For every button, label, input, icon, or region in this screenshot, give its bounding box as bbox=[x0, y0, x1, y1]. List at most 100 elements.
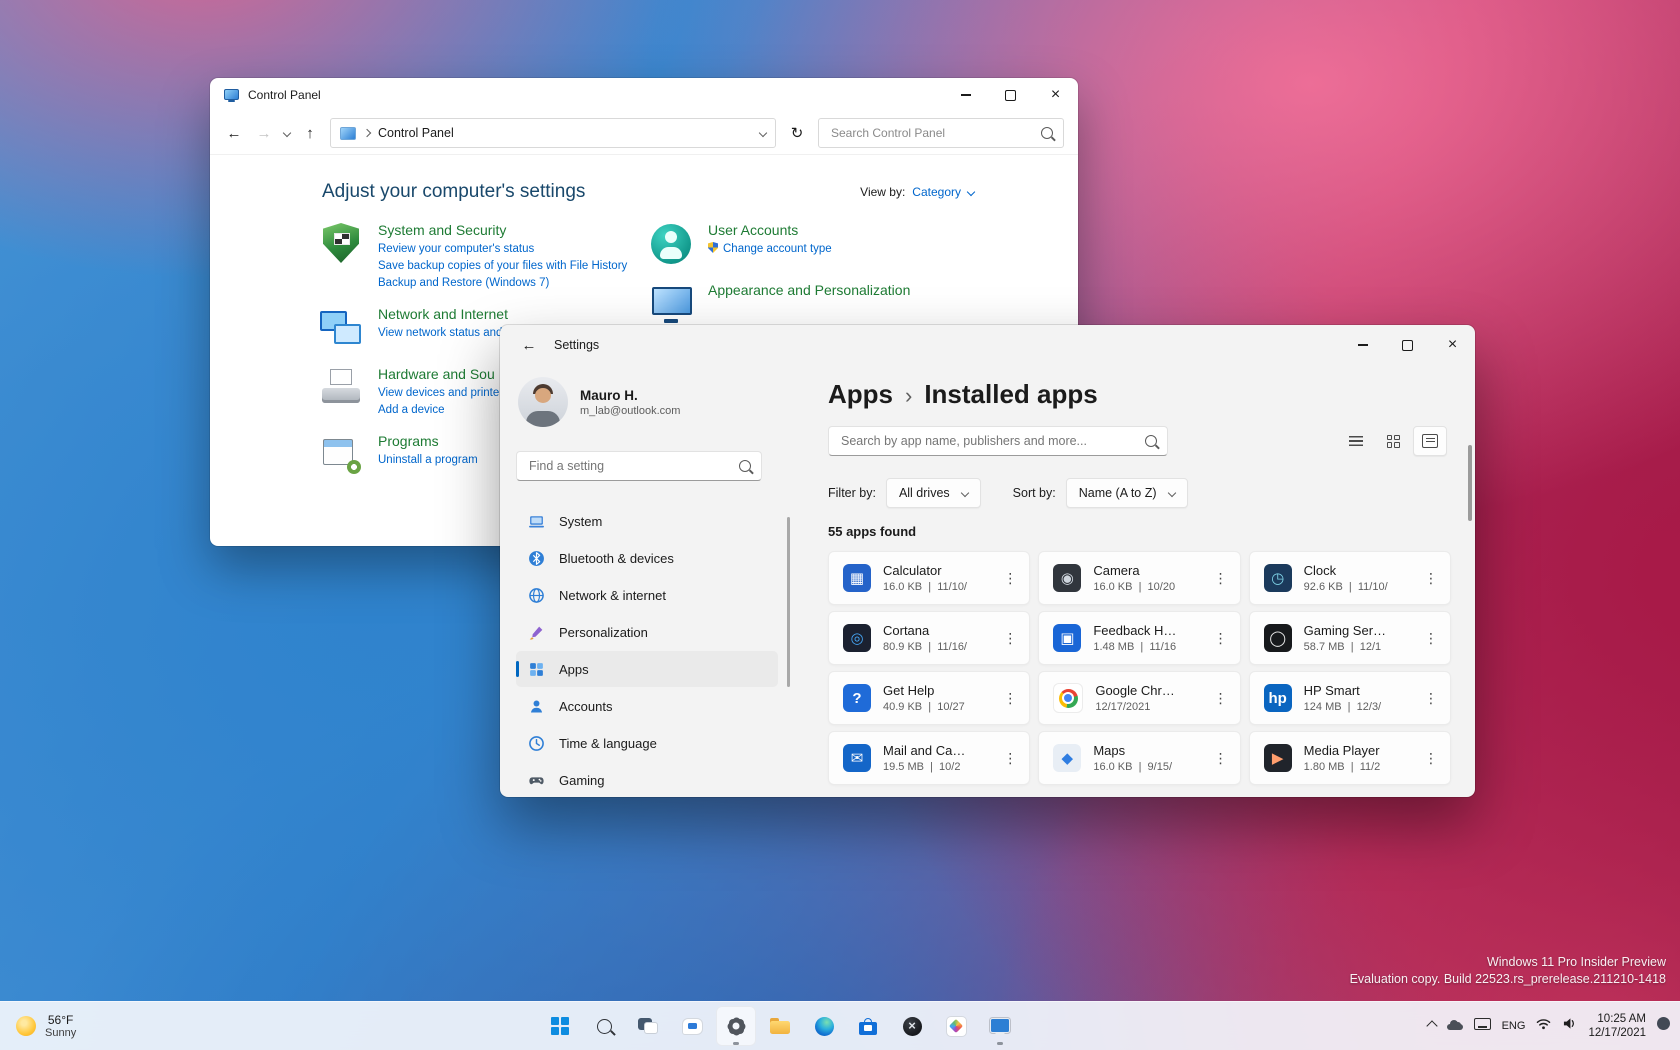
apps-search-input[interactable] bbox=[839, 433, 1137, 449]
address-dropdown-chevron-icon[interactable] bbox=[758, 128, 768, 138]
cp-link-view-network-status-and[interactable]: View network status and bbox=[378, 326, 508, 341]
sidebar-item-network-internet[interactable]: Network & internet bbox=[516, 577, 778, 613]
cp-link-backup-and-restore-windows-7[interactable]: Backup and Restore (Windows 7) bbox=[378, 276, 627, 291]
language-indicator[interactable]: ENG bbox=[1502, 1020, 1526, 1032]
cp-link-review-your-computer-s-status[interactable]: Review your computer's status bbox=[378, 242, 627, 257]
minimize-button[interactable] bbox=[943, 78, 988, 112]
back-button[interactable]: ← bbox=[518, 337, 540, 354]
taskbar-xbox-button[interactable] bbox=[892, 1006, 932, 1046]
onedrive-tray-button[interactable] bbox=[1446, 1017, 1463, 1035]
search-icon[interactable] bbox=[739, 460, 751, 472]
app-menu-button[interactable]: ⋮ bbox=[1206, 743, 1236, 773]
app-menu-button[interactable]: ⋮ bbox=[1206, 683, 1236, 713]
volume-tray-button[interactable] bbox=[1562, 1017, 1577, 1035]
app-menu-button[interactable]: ⋮ bbox=[1206, 563, 1236, 593]
close-button[interactable]: × bbox=[1430, 325, 1475, 365]
weather-widget[interactable]: 56°F Sunny bbox=[6, 1006, 86, 1046]
taskbar-control-panel-button[interactable] bbox=[980, 1006, 1020, 1046]
table-view-button[interactable] bbox=[1413, 426, 1447, 456]
up-button[interactable]: ↑ bbox=[300, 125, 320, 142]
clock-widget[interactable]: 10:25 AM 12/17/2021 bbox=[1588, 1012, 1646, 1040]
taskbar-search-button[interactable] bbox=[584, 1006, 624, 1046]
taskbar-photos-button[interactable] bbox=[936, 1006, 976, 1046]
app-menu-button[interactable]: ⋮ bbox=[995, 743, 1025, 773]
hp-smart-app-icon: hp bbox=[1263, 684, 1292, 712]
taskbar-start-button[interactable] bbox=[540, 1006, 580, 1046]
sidebar-item-time-language[interactable]: Time & language bbox=[516, 725, 778, 761]
control-panel-titlebar[interactable]: Control Panel × bbox=[210, 78, 1078, 112]
app-menu-button[interactable]: ⋮ bbox=[995, 563, 1025, 593]
control-panel-window-title: Control Panel bbox=[248, 88, 321, 102]
notification-center-button[interactable] bbox=[1657, 1017, 1670, 1035]
tray-overflow-button[interactable] bbox=[1425, 1017, 1438, 1035]
cp-link-view-devices-and-printe[interactable]: View devices and printe bbox=[378, 386, 499, 401]
taskbar-edge-button[interactable] bbox=[804, 1006, 844, 1046]
breadcrumb-apps[interactable]: Apps bbox=[828, 379, 893, 410]
app-menu-button[interactable]: ⋮ bbox=[1416, 683, 1446, 713]
settings-titlebar[interactable]: ← Settings × bbox=[500, 325, 1475, 365]
search-icon[interactable] bbox=[1041, 127, 1053, 139]
sidebar-item-accounts[interactable]: Accounts bbox=[516, 688, 778, 724]
cp-category-title[interactable]: Appearance and Personalization bbox=[708, 282, 910, 298]
cp-category-title[interactable]: System and Security bbox=[378, 222, 627, 238]
sidebar-item-gaming[interactable]: Gaming bbox=[516, 762, 778, 797]
app-menu-button[interactable]: ⋮ bbox=[1206, 623, 1236, 653]
taskbar-store-button[interactable] bbox=[848, 1006, 888, 1046]
app-menu-button[interactable]: ⋮ bbox=[1416, 563, 1446, 593]
search-icon[interactable] bbox=[1145, 435, 1157, 447]
forward-button[interactable]: → bbox=[254, 125, 274, 142]
cp-link-change-account-type[interactable]: Change account type bbox=[708, 242, 832, 257]
refresh-button[interactable]: ↻ bbox=[786, 124, 808, 142]
find-setting-input[interactable] bbox=[527, 458, 731, 474]
grid-view-button[interactable] bbox=[1376, 426, 1410, 456]
touch-keyboard-button[interactable] bbox=[1473, 1017, 1491, 1035]
maximize-button[interactable] bbox=[1385, 325, 1430, 365]
list-view-button[interactable] bbox=[1339, 426, 1373, 456]
app-menu-button[interactable]: ⋮ bbox=[995, 623, 1025, 653]
app-menu-button[interactable]: ⋮ bbox=[995, 683, 1025, 713]
close-button[interactable]: × bbox=[1033, 78, 1078, 112]
cp-category-title[interactable]: User Accounts bbox=[708, 222, 832, 238]
settings-window-title: Settings bbox=[554, 338, 600, 352]
chevron-down-icon[interactable] bbox=[966, 187, 976, 197]
maximize-button[interactable] bbox=[988, 78, 1033, 112]
volume-icon bbox=[1564, 1018, 1575, 1029]
minimize-button[interactable] bbox=[1340, 325, 1385, 365]
back-button[interactable]: ← bbox=[224, 125, 244, 142]
start-icon bbox=[551, 1017, 569, 1035]
app-menu-button[interactable]: ⋮ bbox=[1416, 623, 1446, 653]
control-panel-toolbar: ← → ↑ Control Panel ↻ bbox=[210, 112, 1078, 155]
window-scrollbar[interactable] bbox=[1468, 445, 1472, 521]
cloud-icon bbox=[1446, 1020, 1463, 1030]
taskbar-settings-button[interactable] bbox=[716, 1006, 756, 1046]
address-bar[interactable]: Control Panel bbox=[330, 118, 776, 148]
app-name: Get Help bbox=[883, 683, 935, 698]
taskbar-task-view-button[interactable] bbox=[628, 1006, 668, 1046]
cp-category-title[interactable]: Hardware and Sou bbox=[378, 366, 499, 382]
control-panel-search-input[interactable] bbox=[829, 125, 1033, 141]
sidebar-item-system[interactable]: System bbox=[516, 503, 778, 539]
taskbar-chat-button[interactable] bbox=[672, 1006, 712, 1046]
insider-watermark: Windows 11 Pro Insider Preview Evaluatio… bbox=[1350, 954, 1666, 988]
uac-shield-icon bbox=[708, 242, 718, 253]
control-panel-search-box bbox=[818, 118, 1064, 148]
sidebar-item-apps[interactable]: Apps bbox=[516, 651, 778, 687]
selected-accent-bar bbox=[516, 661, 519, 677]
network-tray-button[interactable] bbox=[1536, 1017, 1551, 1035]
sidebar-item-personalization[interactable]: Personalization bbox=[516, 614, 778, 650]
cp-link-uninstall-a-program[interactable]: Uninstall a program bbox=[378, 453, 478, 468]
app-card-camera: ◉ Camera 16.0 KB | 10/20 ⋮ bbox=[1038, 551, 1241, 605]
cp-category-title[interactable]: Programs bbox=[378, 433, 478, 449]
cp-link-save-backup-copies-of-your-files-with-file-history[interactable]: Save backup copies of your files with Fi… bbox=[378, 259, 627, 274]
app-menu-button[interactable]: ⋮ bbox=[1416, 743, 1446, 773]
recent-pages-chevron-icon[interactable] bbox=[282, 128, 292, 138]
taskbar-center-icons bbox=[540, 1006, 1020, 1046]
cp-link-add-a-device[interactable]: Add a device bbox=[378, 403, 499, 418]
sort-dropdown[interactable]: Name (A to Z) bbox=[1065, 478, 1188, 508]
account-header[interactable]: Mauro H. m_lab@outlook.com bbox=[518, 377, 778, 427]
taskbar-file-explorer-button[interactable] bbox=[760, 1006, 800, 1046]
view-by-value[interactable]: Category bbox=[912, 185, 961, 199]
filter-dropdown[interactable]: All drives bbox=[885, 478, 981, 508]
sidebar-item-bluetooth-devices[interactable]: Bluetooth & devices bbox=[516, 540, 778, 576]
cp-category-title[interactable]: Network and Internet bbox=[378, 306, 508, 322]
